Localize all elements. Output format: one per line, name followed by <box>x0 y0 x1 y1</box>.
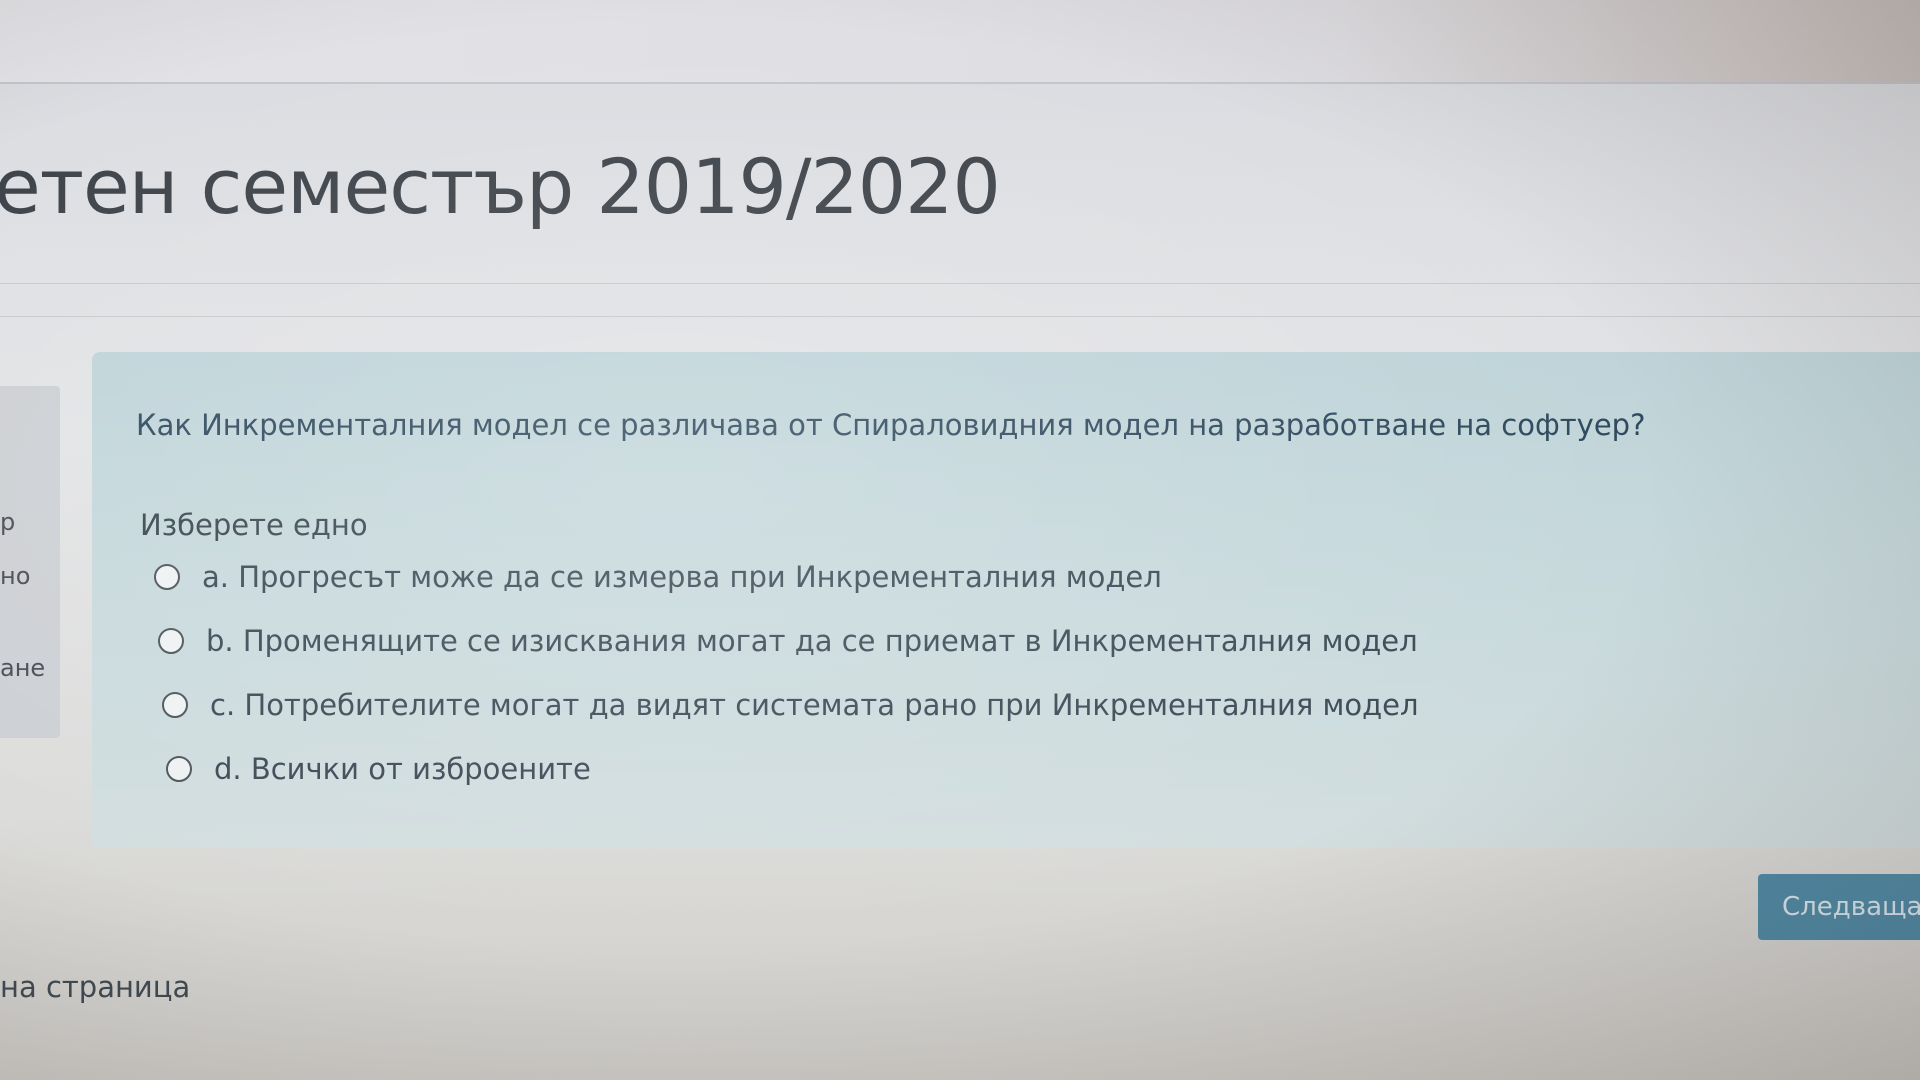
radio-button[interactable] <box>154 564 180 590</box>
question-card: Как Инкременталния модел се различава от… <box>92 352 1920 848</box>
radio-button[interactable] <box>162 692 188 718</box>
question-info-label: но <box>0 562 31 590</box>
answer-label[interactable]: c. Потребителите могат да видят системат… <box>210 688 1419 722</box>
page-navigation-link[interactable]: на страница <box>0 970 190 1004</box>
select-one-prompt: Изберете едно <box>140 508 368 542</box>
answer-option-c[interactable]: c. Потребителите могат да видят системат… <box>162 688 1419 722</box>
question-text: Как Инкременталния модел се различава от… <box>136 408 1646 442</box>
question-info-label: р <box>0 508 16 536</box>
top-navbar <box>0 0 1920 84</box>
answer-label[interactable]: d. Всички от изброените <box>214 752 591 786</box>
page-title: етен семестър 2019/2020 <box>0 142 1001 231</box>
answer-option-a[interactable]: a. Прогресът може да се измерва при Инкр… <box>154 560 1162 594</box>
title-divider <box>0 283 1920 284</box>
answer-option-b[interactable]: b. Променящите се изисквания могат да се… <box>158 624 1418 658</box>
radio-button[interactable] <box>158 628 184 654</box>
radio-button[interactable] <box>166 756 192 782</box>
answer-option-d[interactable]: d. Всички от изброените <box>166 752 591 786</box>
flag-question-label[interactable]: ане <box>0 654 45 682</box>
answer-label[interactable]: a. Прогресът може да се измерва при Инкр… <box>202 560 1162 594</box>
next-page-button[interactable]: Следваща с <box>1758 874 1920 940</box>
answer-label[interactable]: b. Променящите се изисквания могат да се… <box>206 624 1418 658</box>
secondary-divider <box>0 316 1920 317</box>
